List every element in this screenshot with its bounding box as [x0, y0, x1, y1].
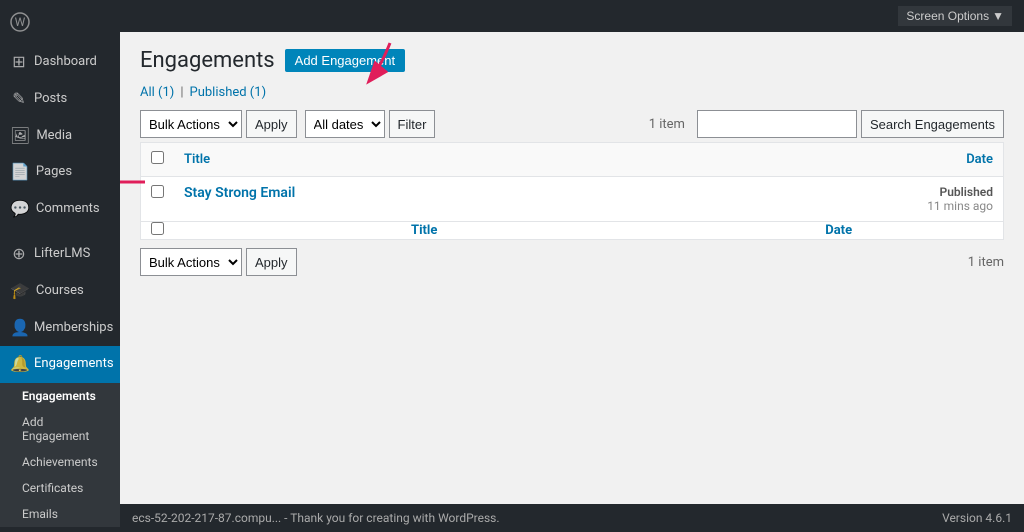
items-count-top: 1 item — [649, 117, 685, 132]
sidebar-sub-item-certificates[interactable]: Certificates — [0, 475, 120, 501]
select-all-checkbox-top[interactable] — [151, 151, 164, 164]
col-date-footer: Date — [674, 222, 1003, 240]
sidebar-item-posts[interactable]: ✎ Posts — [0, 81, 120, 118]
sidebar-item-lifterlms[interactable]: ⊕ LifterLMS — [0, 236, 120, 273]
dashboard-icon: ⊞ — [10, 52, 28, 73]
date-time: 11 mins ago — [927, 199, 993, 213]
sidebar-item-label: Posts — [34, 91, 67, 108]
sidebar-item-label: Comments — [36, 201, 100, 218]
posts-icon: ✎ — [10, 89, 28, 110]
filter-tab-published[interactable]: Published (1) — [190, 85, 267, 100]
filter-tab-all[interactable]: All (1) — [140, 85, 174, 100]
bottombar-left: ecs-52-202-217-87.compu... - Thank you f… — [132, 511, 500, 525]
screen-options-arrow-icon: ▼ — [992, 9, 1004, 23]
engagements-table: Title Date Stay Strong Email — [140, 142, 1004, 240]
filter-button[interactable]: Filter — [389, 110, 436, 138]
sidebar-item-label: Engagements — [34, 356, 114, 373]
row-title-cell: Stay Strong Email — [174, 177, 674, 222]
search-input[interactable] — [697, 110, 857, 138]
sidebar-sub-item-achievements[interactable]: Achievements — [0, 449, 120, 475]
sidebar-item-dashboard[interactable]: ⊞ Dashboard — [0, 44, 120, 81]
page-title: Engagements — [140, 48, 275, 73]
col-cb-header — [141, 143, 175, 177]
filter-tabs: All (1) | Published (1) — [140, 85, 1004, 100]
sidebar-sub-item-add-engagement[interactable]: Add Engagement — [0, 409, 120, 449]
page-header-wrapper: Engagements Add Engagement — [140, 48, 1004, 73]
col-title-header: Title — [174, 143, 674, 177]
page-header: Engagements Add Engagement — [140, 48, 1004, 73]
sidebar: W ⊞ Dashboard ✎ Posts 🖼 Media 📄 Pages 💬 … — [0, 0, 120, 532]
table-header-row: Title Date — [141, 143, 1004, 177]
col-date-header: Date — [674, 143, 1003, 177]
col-date-link[interactable]: Date — [966, 152, 993, 167]
pages-icon: 📄 — [10, 162, 30, 183]
row-date-cell: Published 11 mins ago — [674, 177, 1003, 222]
col-title-footer-link[interactable]: Title — [411, 223, 437, 238]
sidebar-item-engagements[interactable]: 🔔 Engagements — [0, 346, 120, 383]
select-all-checkbox-bottom[interactable] — [151, 222, 164, 235]
row-checkbox[interactable] — [151, 185, 164, 198]
col-title-link[interactable]: Title — [184, 152, 210, 167]
col-date-footer-link[interactable]: Date — [825, 223, 852, 238]
lifterlms-icon: ⊕ — [10, 244, 28, 265]
sidebar-item-memberships[interactable]: 👤 Memberships — [0, 310, 120, 347]
date-status: Published — [940, 185, 993, 199]
table-row: Stay Strong Email Published 11 mins ago — [141, 177, 1004, 222]
sidebar-item-label: Courses — [36, 283, 84, 300]
courses-icon: 🎓 — [10, 281, 30, 302]
sidebar-item-label: Pages — [36, 164, 72, 181]
sidebar-item-label: Dashboard — [34, 54, 97, 71]
bulk-actions-select-top[interactable]: Bulk Actions — [140, 110, 242, 138]
table-footer-row: Title Date — [141, 222, 1004, 240]
search-area: Search Engagements — [697, 110, 1004, 138]
screen-options-button[interactable]: Screen Options ▼ — [898, 6, 1012, 26]
top-controls-row: Bulk Actions Apply All dates Filter 1 it… — [140, 110, 1004, 138]
sidebar-sub-item-emails[interactable]: Emails — [0, 501, 120, 527]
dates-select[interactable]: All dates — [305, 110, 385, 138]
sidebar-item-media[interactable]: 🖼 Media — [0, 118, 120, 155]
engagements-table-wrapper: Title Date Stay Strong Email — [140, 142, 1004, 240]
main-area: Screen Options ▼ Engagements Add Engagem… — [120, 0, 1024, 532]
sidebar-item-pages[interactable]: 📄 Pages — [0, 154, 120, 191]
top-controls-wrapper: Bulk Actions Apply All dates Filter 1 it… — [140, 110, 1004, 138]
memberships-icon: 👤 — [10, 318, 28, 339]
bottombar-version: Version 4.6.1 — [942, 511, 1012, 525]
post-title-link[interactable]: Stay Strong Email — [184, 185, 295, 201]
col-cb-footer — [141, 222, 175, 240]
svg-text:W: W — [15, 15, 26, 29]
engagements-submenu: Engagements Add Engagement Achievements … — [0, 383, 120, 527]
add-engagement-button[interactable]: Add Engagement — [285, 49, 405, 72]
items-count-bottom: 1 item — [968, 255, 1004, 270]
apply-button-top[interactable]: Apply — [246, 110, 297, 138]
bottom-controls-row: Bulk Actions Apply 1 item — [140, 248, 1004, 276]
comments-icon: 💬 — [10, 199, 30, 220]
sidebar-item-comments[interactable]: 💬 Comments — [0, 191, 120, 228]
engagements-icon: 🔔 — [10, 354, 28, 375]
sidebar-item-courses[interactable]: 🎓 Courses — [0, 273, 120, 310]
bottombar: ecs-52-202-217-87.compu... - Thank you f… — [120, 504, 1024, 532]
sidebar-sub-item-engagements[interactable]: Engagements — [0, 383, 120, 409]
wp-logo-icon: W — [10, 12, 30, 32]
bulk-actions-select-bottom[interactable]: Bulk Actions — [140, 248, 242, 276]
topbar: Screen Options ▼ — [120, 0, 1024, 32]
col-title-footer: Title — [174, 222, 674, 240]
search-button[interactable]: Search Engagements — [861, 110, 1004, 138]
wp-logo[interactable]: W — [0, 0, 120, 44]
sidebar-item-label: LifterLMS — [34, 246, 90, 263]
media-icon: 🖼 — [10, 126, 30, 147]
sidebar-item-label: Media — [36, 128, 72, 145]
apply-button-bottom[interactable]: Apply — [246, 248, 297, 276]
row-checkbox-cell — [141, 177, 175, 222]
sidebar-item-label: Memberships — [34, 320, 113, 337]
content-area: Engagements Add Engagement All (1) | Pub… — [120, 32, 1024, 504]
